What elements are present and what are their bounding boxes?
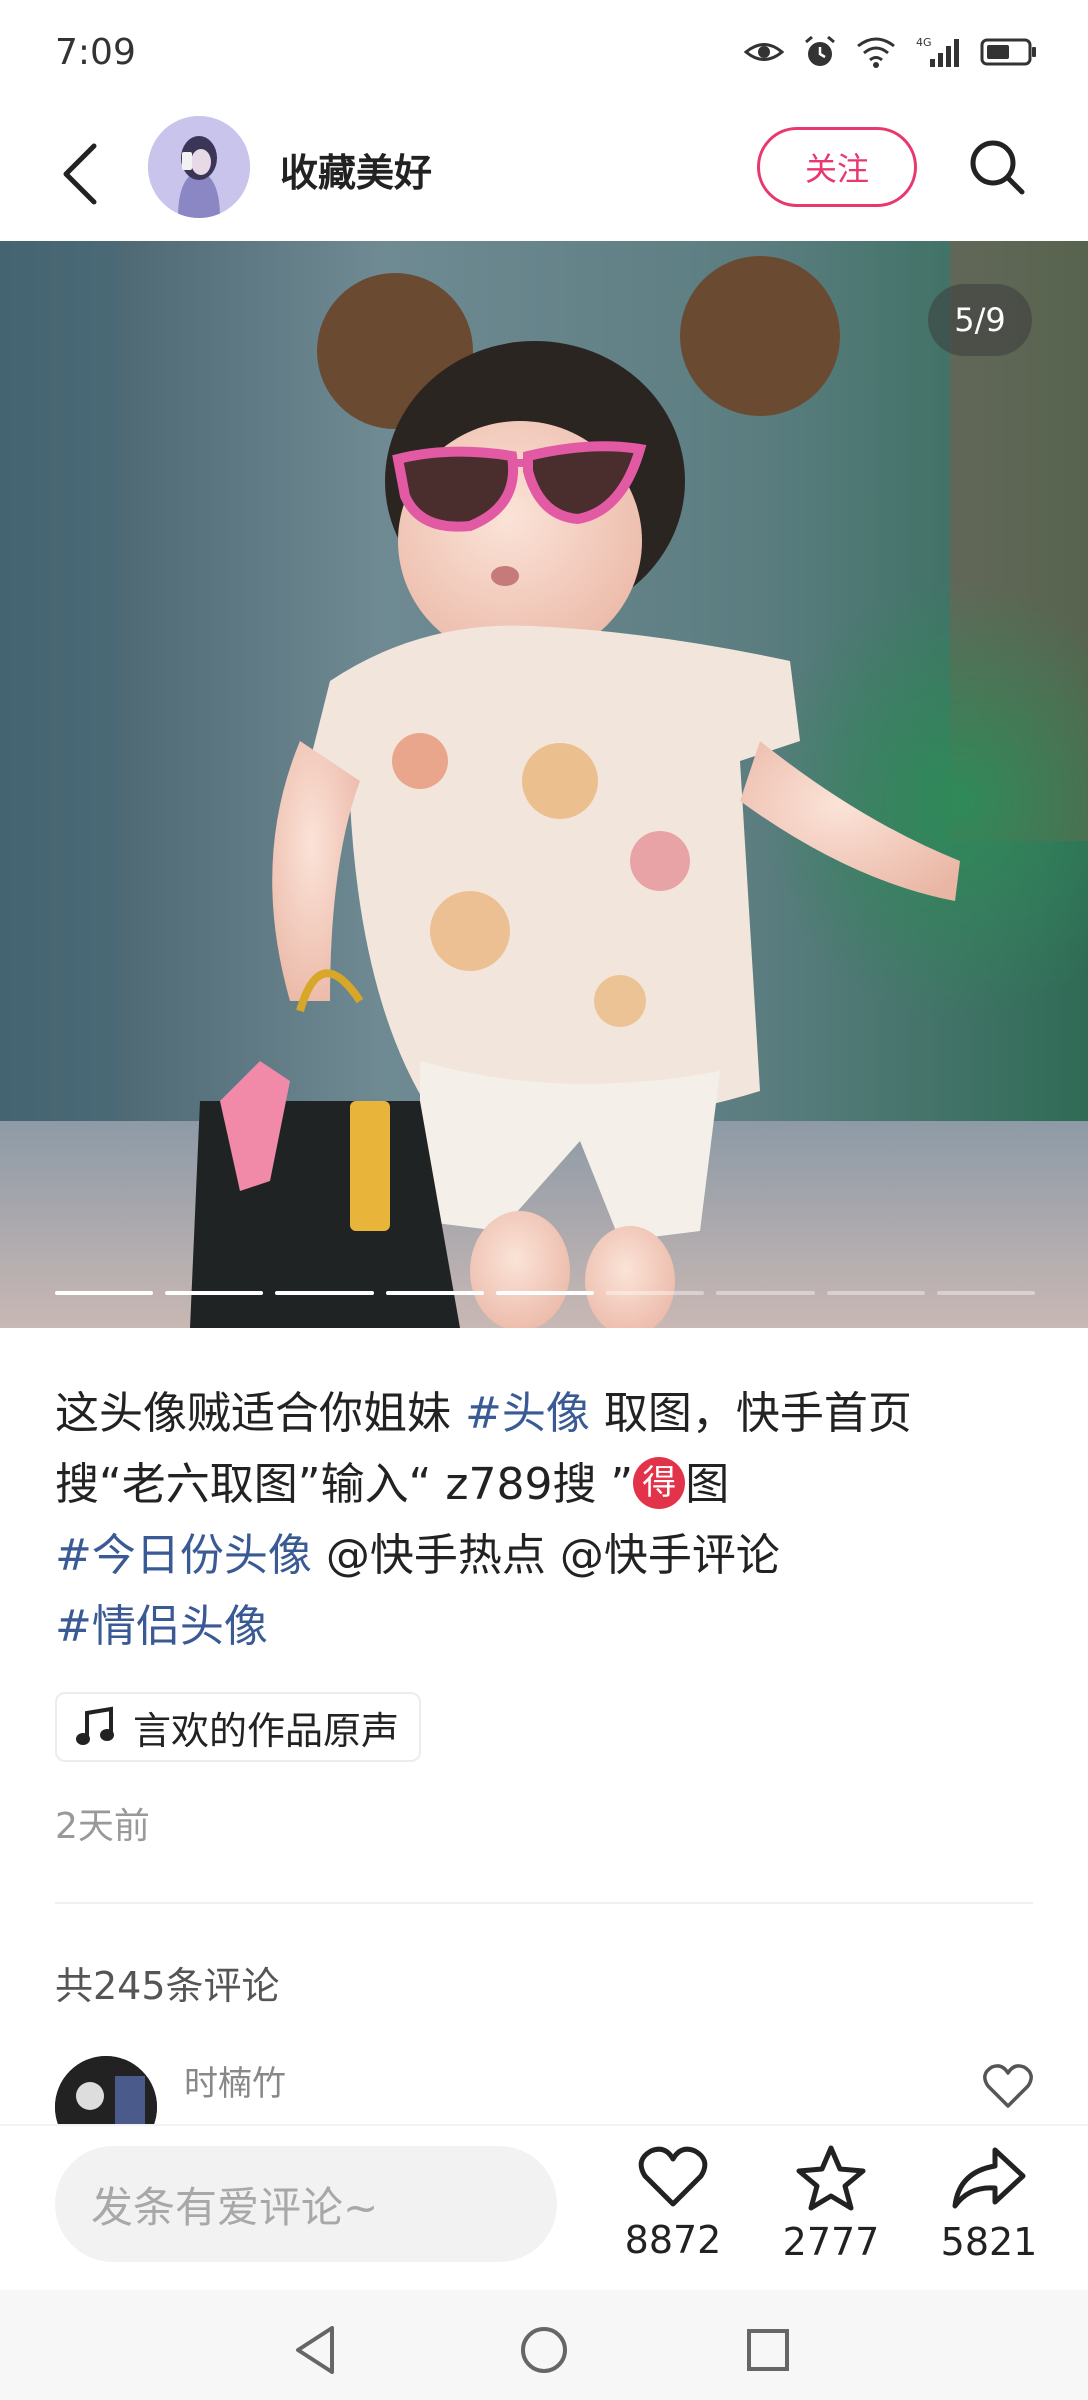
music-label: 言欢的作品原声 — [133, 1708, 400, 1753]
mention-hot[interactable]: @快手热点 — [312, 1530, 546, 1581]
indicator-dot — [385, 1291, 484, 1295]
share-count: 5821 — [940, 2220, 1038, 2264]
comment-avatar[interactable] — [55, 2056, 157, 2124]
hashtag-couple-avatar[interactable]: #情侣头像 — [55, 1601, 268, 1652]
de-badge: 得 — [633, 1457, 686, 1509]
indicator-dot — [55, 1291, 154, 1295]
mention-comment[interactable]: @快手评论 — [546, 1530, 780, 1581]
action-bar: 发条有爱评论~ 8872 2777 5821 — [0, 2124, 1088, 2289]
nav-recent-button[interactable] — [738, 2320, 798, 2380]
eye-icon — [744, 43, 784, 61]
music-chip[interactable]: 言欢的作品原声 — [55, 1692, 422, 1762]
signal-4g-icon: 4G — [916, 36, 959, 67]
status-time: 7:09 — [55, 32, 136, 73]
nav-back-button[interactable] — [286, 2320, 346, 2380]
hashtag-avatar[interactable]: #头像 — [465, 1388, 590, 1439]
header: 收藏美好 关注 — [0, 110, 1088, 240]
back-button[interactable] — [52, 134, 108, 214]
comment-like-button[interactable] — [982, 2062, 1034, 2114]
share-button[interactable]: 5821 — [929, 2144, 1049, 2264]
triangle-back-icon — [296, 2326, 334, 2374]
search-button[interactable] — [962, 132, 1032, 202]
comment-item[interactable]: 时楠竹 — [0, 2050, 1088, 2124]
heart-outline-icon — [983, 2064, 1033, 2108]
music-note-icon — [76, 1706, 114, 1745]
favorite-count: 2777 — [782, 2220, 880, 2264]
indicator-dot — [936, 1291, 1035, 1295]
indicator-dot — [606, 1291, 705, 1295]
caption-text: 取图，快手首页 — [589, 1388, 912, 1439]
comment-input[interactable]: 发条有爱评论~ — [55, 2146, 557, 2262]
star-icon — [796, 2145, 866, 2211]
status-bar: 7:09 4G — [0, 0, 1088, 110]
account-avatar[interactable] — [148, 116, 250, 218]
heart-icon — [638, 2146, 708, 2207]
indicator-dot — [826, 1291, 925, 1295]
network-label: 4G — [916, 36, 932, 49]
divider — [55, 1902, 1033, 1904]
indicator-dot — [716, 1291, 815, 1295]
caption-text: 图 — [685, 1459, 730, 1510]
comments-count: 共245条评论 — [55, 1964, 280, 2008]
caption-text: 搜“老六取图”输入“ z789搜 ” — [55, 1459, 634, 1510]
search-icon — [970, 140, 1025, 195]
share-icon — [952, 2147, 1026, 2209]
gallery-indicators — [55, 1291, 1035, 1295]
caption-text: 这头像贼适合你姐妹 — [55, 1388, 465, 1439]
hashtag-today-avatar[interactable]: #今日份头像 — [55, 1530, 312, 1581]
favorite-button[interactable]: 2777 — [771, 2144, 891, 2264]
back-arrow-icon — [63, 143, 97, 205]
alarm-icon — [805, 35, 835, 66]
post-caption: 这头像贼适合你姐妹 #头像 取图，快手首页 搜“老六取图”输入“ z789搜 ”… — [55, 1378, 1045, 1662]
image-gallery[interactable]: 5/9 — [0, 241, 1088, 1328]
post-time: 2天前 — [55, 1806, 150, 1847]
page-counter: 5/9 — [928, 284, 1032, 356]
circle-home-icon — [521, 2327, 567, 2373]
account-name[interactable]: 收藏美好 — [280, 142, 432, 197]
comment-username[interactable]: 时楠竹 — [184, 2056, 286, 2105]
battery-icon — [980, 38, 1036, 66]
nav-home-button[interactable] — [514, 2320, 574, 2380]
like-button[interactable]: 8872 — [613, 2144, 733, 2262]
indicator-dot — [165, 1291, 264, 1295]
follow-button[interactable]: 关注 — [757, 127, 917, 207]
indicator-dot — [275, 1291, 374, 1295]
like-count: 8872 — [624, 2218, 722, 2262]
status-icons: 4G — [744, 34, 1038, 70]
post-image — [0, 241, 1088, 1328]
system-nav-bar — [0, 2290, 1088, 2400]
square-recent-icon — [747, 2329, 789, 2371]
indicator-dot — [495, 1291, 595, 1295]
wifi-icon — [857, 37, 895, 68]
